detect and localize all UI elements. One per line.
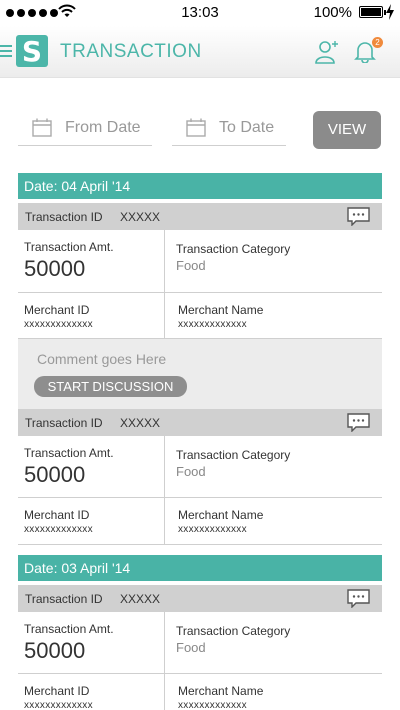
- add-user-icon[interactable]: [314, 39, 340, 65]
- app-logo: S: [16, 35, 48, 68]
- transaction-id-bar: Transaction ID XXXXX: [18, 585, 382, 612]
- merchant-id-value: xxxxxxxxxxxxx: [24, 319, 93, 330]
- transaction-id-label: Transaction ID: [25, 416, 103, 430]
- merchant-row: Merchant ID xxxxxxxxxxxxx Merchant Name …: [18, 498, 382, 545]
- from-date-field[interactable]: From Date: [18, 112, 152, 146]
- amount-value: 50000: [24, 462, 86, 487]
- comment-icon[interactable]: [347, 589, 370, 608]
- merchant-id-value: xxxxxxxxxxxxx: [24, 700, 93, 710]
- transaction-id-value: XXXXX: [120, 210, 161, 224]
- menu-icon[interactable]: [0, 45, 14, 59]
- amount-value: 50000: [24, 256, 86, 281]
- category-label: Transaction Category: [176, 448, 291, 462]
- merchant-id-value: xxxxxxxxxxxxx: [24, 524, 93, 535]
- merchant-name-label: Merchant Name: [178, 303, 264, 317]
- merchant-name-value: xxxxxxxxxxxxx: [178, 524, 247, 535]
- transaction-id-bar: Transaction ID XXXXX: [18, 409, 382, 436]
- transaction-amount-row: Transaction Amt. 50000 Transaction Categ…: [18, 612, 382, 674]
- app-header: S TRANSACTION 2: [0, 26, 400, 78]
- category-label: Transaction Category: [176, 624, 291, 638]
- merchant-name-label: Merchant Name: [178, 684, 264, 698]
- date-header: Date: 03 April '14: [18, 555, 382, 581]
- transaction-id-value: XXXXX: [120, 592, 161, 606]
- calendar-icon: [186, 118, 206, 137]
- transaction-id-label: Transaction ID: [25, 592, 103, 606]
- transaction-id-value: XXXXX: [120, 416, 161, 430]
- category-value: Food: [176, 640, 206, 655]
- merchant-id-label: Merchant ID: [24, 303, 90, 317]
- to-date-placeholder: To Date: [219, 119, 275, 136]
- to-date-field[interactable]: To Date: [172, 112, 286, 146]
- start-discussion-button[interactable]: START DISCUSSION: [34, 376, 187, 397]
- transaction-id-bar: Transaction ID XXXXX: [18, 203, 382, 230]
- comment-text: Comment goes Here: [37, 351, 167, 367]
- amount-label: Transaction Amt.: [24, 240, 114, 254]
- battery-percentage: 100%: [313, 4, 352, 21]
- transaction-amount-row: Transaction Amt. 50000 Transaction Categ…: [18, 230, 382, 293]
- merchant-id-label: Merchant ID: [24, 508, 90, 522]
- comment-box: Comment goes Here START DISCUSSION: [18, 339, 382, 409]
- page-title: TRANSACTION: [60, 41, 202, 62]
- merchant-name-value: xxxxxxxxxxxxx: [178, 319, 247, 330]
- category-value: Food: [176, 258, 206, 273]
- merchant-row: Merchant ID xxxxxxxxxxxxx Merchant Name …: [18, 674, 382, 710]
- amount-label: Transaction Amt.: [24, 446, 114, 460]
- from-date-placeholder: From Date: [65, 119, 141, 136]
- view-button[interactable]: VIEW: [313, 111, 381, 149]
- battery-icon: [359, 6, 386, 18]
- calendar-icon: [32, 118, 52, 137]
- transaction-amount-row: Transaction Amt. 50000 Transaction Categ…: [18, 436, 382, 498]
- category-value: Food: [176, 464, 206, 479]
- comment-icon[interactable]: [347, 207, 370, 226]
- comment-icon[interactable]: [347, 413, 370, 432]
- merchant-name-label: Merchant Name: [178, 508, 264, 522]
- category-label: Transaction Category: [176, 242, 291, 256]
- amount-value: 50000: [24, 638, 86, 663]
- date-header: Date: 04 April '14: [18, 173, 382, 199]
- status-bar: 13:03 100%: [0, 0, 400, 26]
- transaction-id-label: Transaction ID: [25, 210, 103, 224]
- merchant-name-value: xxxxxxxxxxxxx: [178, 700, 247, 710]
- amount-label: Transaction Amt.: [24, 622, 114, 636]
- charging-icon: [386, 4, 394, 20]
- merchant-row: Merchant ID xxxxxxxxxxxxx Merchant Name …: [18, 293, 382, 339]
- merchant-id-label: Merchant ID: [24, 684, 90, 698]
- notification-badge: 2: [372, 37, 383, 48]
